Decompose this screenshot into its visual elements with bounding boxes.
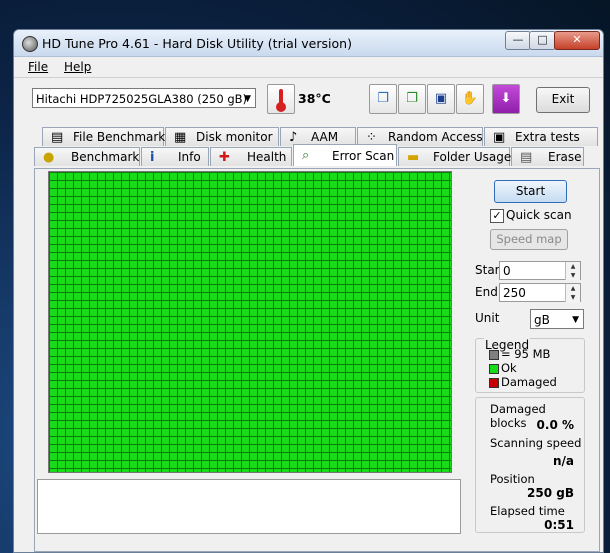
copy-info-icon: ❐: [377, 91, 389, 106]
position-value: 250 gB: [527, 486, 574, 500]
tab-extra-tests[interactable]: ▣ Extra tests: [484, 127, 598, 146]
copy-screenshot-icon: ❐: [406, 91, 418, 106]
download-icon: ⬇: [500, 91, 512, 106]
end-field-label: End: [475, 285, 498, 299]
health-cross-icon: ✚: [219, 150, 230, 165]
elapsed-time-label: Elapsed time: [490, 504, 565, 518]
copy-info-button[interactable]: ❐: [369, 84, 397, 114]
tab-file-benchmark[interactable]: ▤ File Benchmark: [42, 127, 166, 146]
scan-block-grid: [48, 171, 452, 473]
erase-icon: ▤: [520, 150, 533, 165]
options-icon: ✋: [461, 91, 479, 106]
scan-log-box[interactable]: [37, 479, 461, 534]
tab-label: Error Scan: [332, 149, 395, 163]
disk-monitor-icon: ▦: [174, 130, 187, 145]
tab-info[interactable]: i Info: [141, 147, 209, 166]
damaged-blocks-value: 0.0 %: [536, 418, 574, 432]
damaged-swatch: [489, 378, 499, 388]
tab-label: Info: [178, 150, 201, 164]
position-label: Position: [490, 472, 535, 486]
tab-error-scan[interactable]: ⌕ Error Scan: [293, 144, 397, 166]
unit-select[interactable]: gB ▼: [530, 309, 584, 329]
end-input[interactable]: 250 ▲ ▼: [499, 283, 581, 302]
start-input[interactable]: 0 ▲ ▼: [499, 261, 581, 280]
drive-select-value: Hitachi HDP725025GLA380 (250 gB): [36, 92, 248, 106]
random-access-icon: ⁘: [366, 130, 377, 145]
chevron-down-icon: ▼: [572, 315, 579, 325]
minimize-button[interactable]: —: [505, 31, 531, 50]
tab-benchmark[interactable]: ● Benchmark: [34, 147, 140, 166]
error-scan-panel: Start ✓ Quick scan Speed map Start 0 ▲ ▼…: [34, 168, 600, 552]
tab-label: File Benchmark: [73, 130, 166, 144]
title-bar[interactable]: HD Tune Pro 4.61 - Hard Disk Utility (tr…: [14, 30, 603, 57]
menu-bar: File Help: [14, 57, 603, 77]
tab-health[interactable]: ✚ Health: [210, 147, 292, 166]
block-size-swatch: [489, 350, 499, 360]
tab-label: Folder Usage: [433, 150, 512, 164]
legend-group: Legend = 95 MB Ok Damaged: [475, 338, 585, 393]
drive-select[interactable]: Hitachi HDP725025GLA380 (250 gB) ▼: [32, 88, 256, 108]
scan-stats-group: Damaged blocks 0.0 % Scanning speed n/a …: [475, 397, 585, 533]
close-button[interactable]: ✕: [554, 31, 600, 50]
save-icon: ▣: [434, 91, 448, 106]
unit-label: Unit: [475, 311, 500, 325]
quick-scan-checkbox[interactable]: ✓: [490, 209, 504, 223]
menu-help[interactable]: Help: [64, 60, 91, 74]
tab-label: Random Access: [388, 130, 483, 144]
download-button[interactable]: ⬇: [492, 84, 520, 114]
speaker-icon: ♪: [289, 130, 298, 145]
temperature-readout: 38°C: [298, 91, 331, 106]
legend-ok: Ok: [501, 361, 517, 375]
ok-swatch: [489, 364, 499, 374]
extra-tests-icon: ▣: [493, 130, 506, 145]
start-scan-button[interactable]: Start: [494, 180, 567, 203]
tab-erase[interactable]: ▤ Erase: [511, 147, 584, 166]
tab-folder-usage[interactable]: ▬ Folder Usage: [398, 147, 512, 166]
thermometer-icon: [267, 84, 295, 114]
window-title: HD Tune Pro 4.61 - Hard Disk Utility (tr…: [42, 36, 352, 51]
app-window: HD Tune Pro 4.61 - Hard Disk Utility (tr…: [13, 29, 604, 553]
tab-label: Benchmark: [71, 150, 140, 164]
start-input-value: 0: [503, 264, 511, 278]
benchmark-icon: ●: [43, 150, 55, 165]
save-button[interactable]: ▣: [427, 84, 455, 114]
scanning-speed-label: Scanning speed: [490, 436, 582, 450]
elapsed-time-value: 0:51: [544, 518, 574, 532]
tab-label: Extra tests: [515, 130, 580, 144]
options-button[interactable]: ✋: [456, 84, 484, 114]
tab-label: Erase: [548, 150, 582, 164]
spin-down-icon[interactable]: ▼: [565, 271, 580, 280]
chevron-down-icon: ▼: [244, 94, 251, 104]
tab-label: Disk monitor: [196, 130, 273, 144]
maximize-button[interactable]: □: [529, 31, 556, 50]
scanning-speed-value: n/a: [552, 454, 574, 468]
file-benchmark-icon: ▤: [51, 130, 64, 145]
toolbar: Hitachi HDP725025GLA380 (250 gB) ▼ 38°C …: [14, 77, 603, 122]
exit-button[interactable]: Exit: [536, 87, 590, 113]
app-disk-icon: [22, 36, 38, 52]
info-icon: i: [150, 150, 155, 165]
folder-icon: ▬: [407, 150, 420, 165]
tab-disk-monitor[interactable]: ▦ Disk monitor: [165, 127, 279, 146]
spin-down-icon[interactable]: ▼: [565, 293, 580, 302]
menu-file[interactable]: File: [28, 60, 48, 74]
tab-label: Health: [247, 150, 287, 164]
legend-block-size: = 95 MB: [501, 347, 551, 361]
copy-screenshot-button[interactable]: ❐: [398, 84, 426, 114]
end-input-value: 250: [503, 286, 526, 300]
legend-damaged: Damaged: [501, 375, 557, 389]
magnifier-icon: ⌕: [302, 148, 310, 163]
unit-select-value: gB: [534, 313, 550, 327]
quick-scan-label: Quick scan: [506, 208, 572, 222]
speed-map-button[interactable]: Speed map: [490, 229, 568, 250]
